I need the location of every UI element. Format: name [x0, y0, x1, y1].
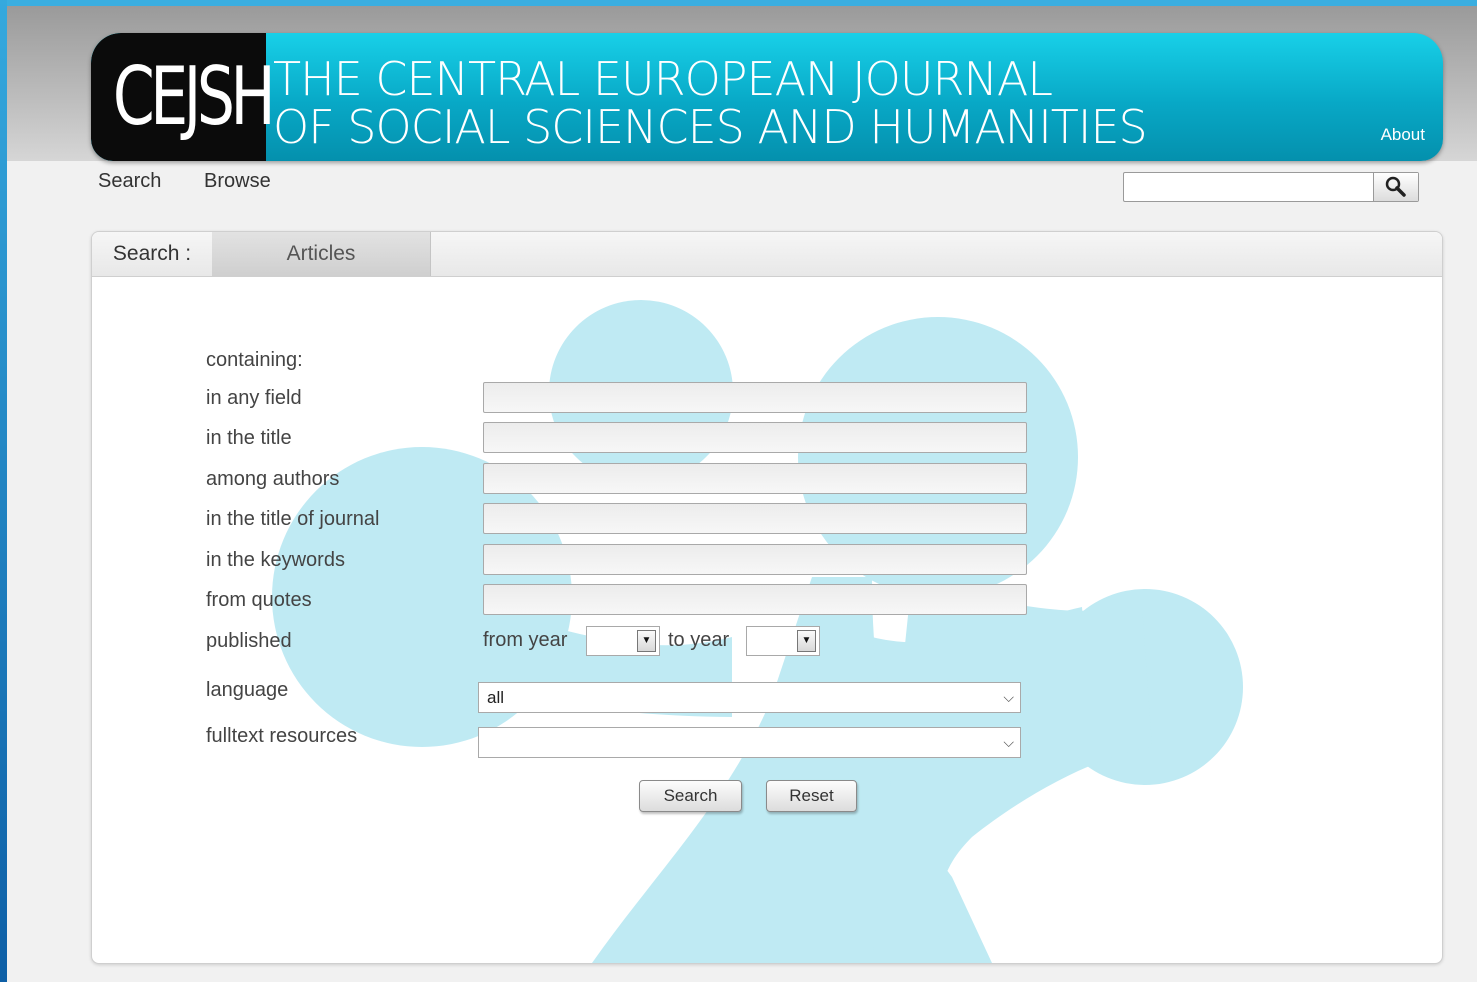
site-search-input[interactable]	[1126, 175, 1376, 201]
tab-articles[interactable]: Articles	[212, 232, 431, 276]
site-search	[1123, 172, 1419, 202]
keywords-input[interactable]	[483, 544, 1027, 575]
logo-box: CEJSH	[91, 33, 276, 161]
search-button[interactable]: Search	[639, 780, 742, 812]
dropdown-arrow-icon: ▼	[797, 630, 816, 652]
from-year-select[interactable]: ▼	[586, 626, 660, 656]
nav-search[interactable]: Search	[98, 170, 161, 193]
nav-browse[interactable]: Browse	[204, 170, 271, 193]
site-search-button[interactable]	[1373, 173, 1418, 201]
label-fulltext: fulltext resources	[206, 725, 358, 747]
chevron-down-icon: ⌵	[1003, 689, 1014, 705]
search-panel: Search : Articles containing: in any fie…	[91, 231, 1443, 964]
label-any-field: in any field	[206, 387, 302, 409]
language-select[interactable]: all ⌵	[478, 682, 1021, 713]
label-from-year: from year	[483, 629, 568, 651]
label-authors: among authors	[206, 468, 340, 490]
fulltext-select[interactable]: ⌵	[478, 727, 1021, 758]
label-journal: in the title of journal	[206, 508, 380, 530]
chevron-down-icon: ⌵	[1003, 734, 1014, 750]
journal-title-line1: THE CENTRAL EUROPEAN JOURNAL	[273, 52, 1053, 106]
label-to-year: to year	[668, 629, 730, 651]
authors-input[interactable]	[483, 463, 1027, 494]
left-border	[0, 0, 7, 982]
search-icon	[1385, 176, 1406, 197]
journal-banner: CEJSH THE CENTRAL EUROPEAN JOURNAL OF SO…	[91, 33, 1443, 161]
label-keywords: in the keywords	[206, 549, 345, 571]
page: CEJSH THE CENTRAL EUROPEAN JOURNAL OF SO…	[7, 6, 1477, 982]
language-value: all	[487, 688, 505, 707]
label-containing: containing:	[206, 349, 303, 371]
quotes-input[interactable]	[483, 584, 1027, 615]
panel-tabs: Search : Articles	[92, 232, 1442, 277]
about-link[interactable]: About	[1381, 125, 1425, 145]
any-field-input[interactable]	[483, 382, 1027, 413]
label-language: language	[206, 679, 289, 701]
label-quotes: from quotes	[206, 589, 312, 611]
reset-button[interactable]: Reset	[766, 780, 857, 812]
to-year-select[interactable]: ▼	[746, 626, 820, 656]
label-published: published	[206, 630, 292, 652]
journal-title-input[interactable]	[483, 503, 1027, 534]
journal-title-line2: OF SOCIAL SCIENCES AND HUMANITIES	[273, 100, 1148, 154]
tab-search-label: Search :	[92, 232, 213, 276]
decorative-tree-shape	[272, 300, 1243, 963]
logo[interactable]: CEJSH	[113, 33, 276, 161]
dropdown-arrow-icon: ▼	[637, 630, 656, 652]
label-title: in the title	[206, 427, 292, 449]
title-input[interactable]	[483, 422, 1027, 453]
